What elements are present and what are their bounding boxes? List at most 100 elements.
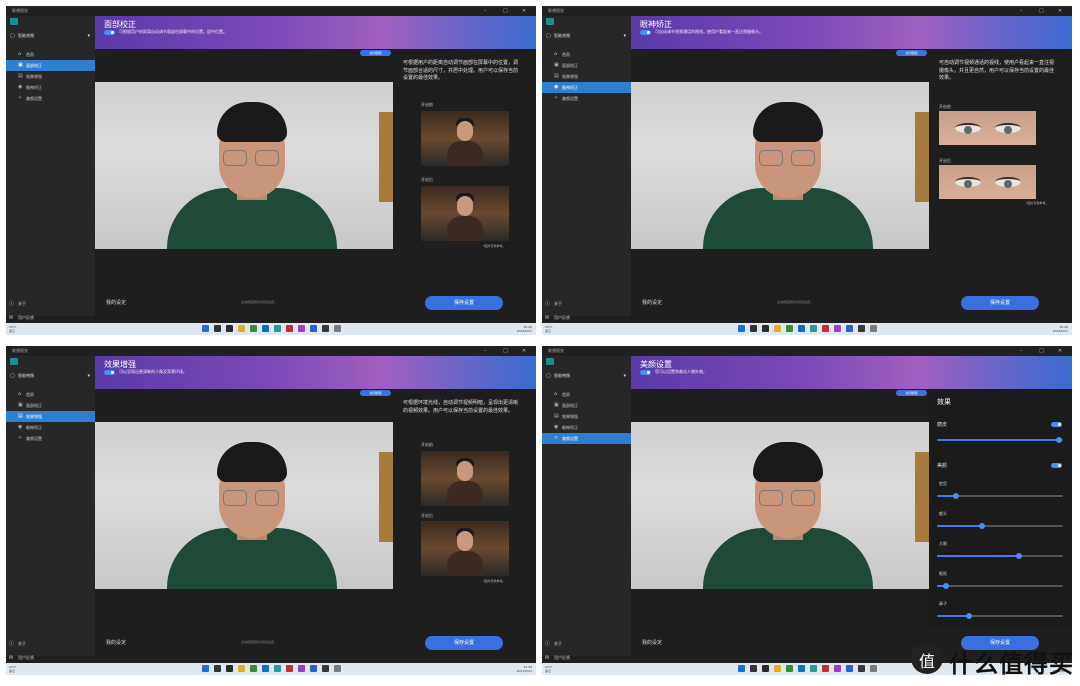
taskbar-app-icon[interactable] [250, 325, 257, 332]
taskbar-app-icon[interactable] [214, 665, 221, 672]
sidebar-item-3[interactable]: ◉ 眼神矫正 [6, 82, 95, 93]
taskbar-app-icon[interactable] [274, 665, 281, 672]
taskbar-app-icon[interactable] [786, 325, 793, 332]
sidebar-section[interactable]: ▢ 智能視頻 ▾ [546, 31, 628, 41]
smooth-slider[interactable] [937, 437, 1063, 443]
minimize-icon[interactable]: – [484, 6, 487, 16]
taskbar-app-icon[interactable] [322, 665, 329, 672]
taskbar-app-icon[interactable] [870, 325, 877, 332]
slider-knob[interactable] [965, 613, 972, 619]
taskbar-app-icon[interactable] [774, 665, 781, 672]
taskbar-app-icon[interactable] [202, 665, 209, 672]
slider-knob[interactable] [1056, 437, 1063, 443]
sidebar-item-2[interactable]: ▤ 效果增强 [542, 71, 631, 82]
beauty-toggle[interactable] [1051, 463, 1062, 468]
taskbar-app-icon[interactable] [858, 665, 865, 672]
taskbar-app-icon[interactable] [738, 325, 745, 332]
clock[interactable]: 15:40 2022/6/21 [517, 665, 532, 673]
taskbar-app-icon[interactable] [298, 665, 305, 672]
close-video-button[interactable]: 关闭视频 [896, 50, 927, 56]
weather-widget[interactable]: 23°C 多云 [9, 325, 16, 333]
taskbar-app-icon[interactable] [250, 665, 257, 672]
beauty-slider[interactable] [937, 493, 1063, 499]
taskbar-app-icon[interactable] [750, 325, 757, 332]
taskbar-app-icon[interactable] [262, 325, 269, 332]
taskbar-app-icon[interactable] [202, 325, 209, 332]
sidebar-section[interactable]: ▢ 智能視頻 ▾ [10, 371, 92, 381]
maximize-icon[interactable]: □ [503, 6, 508, 16]
feedback-item[interactable]: ✉ 用户反馈 [542, 653, 631, 663]
sidebar-item-3[interactable]: ◉ 眼神矫正 [542, 82, 631, 93]
sidebar-section[interactable]: ▢ 智能視頻 ▾ [10, 31, 92, 41]
taskbar-app-icon[interactable] [834, 665, 841, 672]
clock[interactable]: 15:40 2022/6/21 [1053, 325, 1068, 333]
taskbar-app-icon[interactable] [762, 325, 769, 332]
taskbar-app-icon[interactable] [286, 325, 293, 332]
feature-toggle[interactable] [104, 30, 115, 35]
taskbar-app-icon[interactable] [822, 325, 829, 332]
taskbar-app-icon[interactable] [798, 665, 805, 672]
sidebar-item-1[interactable]: ▣ 面部校正 [542, 400, 631, 411]
slider-knob[interactable] [1015, 553, 1022, 559]
feature-toggle[interactable] [104, 370, 115, 375]
about-item[interactable]: ⓘ 关于 [6, 639, 95, 649]
sidebar-item-0[interactable]: ⌂ 首頁 [542, 49, 631, 60]
taskbar-app-icon[interactable] [286, 665, 293, 672]
close-video-button[interactable]: 关闭视频 [360, 390, 391, 396]
sidebar-item-4[interactable]: ✧ 美颜设置 [6, 433, 95, 444]
sidebar-item-1[interactable]: ▣ 面部校正 [6, 60, 95, 71]
taskbar-app-icon[interactable] [738, 665, 745, 672]
sidebar-item-4[interactable]: ✧ 美颜设置 [542, 433, 631, 444]
feature-toggle[interactable] [640, 370, 651, 375]
taskbar-app-icon[interactable] [322, 325, 329, 332]
sidebar-item-2[interactable]: ▤ 效果增强 [542, 411, 631, 422]
sidebar-section[interactable]: ▢ 智能視頻 ▾ [546, 371, 628, 381]
save-button[interactable]: 保存设置 [961, 296, 1039, 310]
beauty-slider[interactable] [937, 583, 1063, 589]
taskbar-app-icon[interactable] [822, 665, 829, 672]
taskbar-app-icon[interactable] [870, 665, 877, 672]
close-video-button[interactable]: 关闭视频 [360, 50, 391, 56]
taskbar-app-icon[interactable] [274, 325, 281, 332]
close-icon[interactable]: ✕ [522, 346, 526, 356]
sidebar-item-0[interactable]: ⌂ 首頁 [6, 389, 95, 400]
taskbar-app-icon[interactable] [762, 665, 769, 672]
taskbar-app-icon[interactable] [226, 665, 233, 672]
sidebar-item-4[interactable]: ✧ 美颜设置 [6, 93, 95, 104]
about-item[interactable]: ⓘ 关于 [542, 639, 631, 649]
taskbar-app-icon[interactable] [798, 325, 805, 332]
taskbar-app-icon[interactable] [846, 665, 853, 672]
weather-widget[interactable]: 23°C 多云 [545, 325, 552, 333]
maximize-icon[interactable]: □ [1039, 346, 1044, 356]
taskbar-app-icon[interactable] [810, 325, 817, 332]
beauty-slider[interactable] [937, 523, 1063, 529]
feedback-item[interactable]: ✉ 用户反馈 [6, 653, 95, 663]
taskbar-app-icon[interactable] [226, 325, 233, 332]
beauty-slider[interactable] [937, 613, 1063, 619]
weather-widget[interactable]: 23°C 多云 [545, 665, 552, 673]
taskbar-app-icon[interactable] [786, 665, 793, 672]
taskbar-app-icon[interactable] [846, 325, 853, 332]
about-item[interactable]: ⓘ 关于 [6, 299, 95, 309]
weather-widget[interactable]: 23°C 多云 [9, 665, 16, 673]
taskbar-app-icon[interactable] [238, 665, 245, 672]
sidebar-item-3[interactable]: ◉ 眼神矫正 [6, 422, 95, 433]
taskbar-app-icon[interactable] [214, 325, 221, 332]
taskbar-app-icon[interactable] [810, 665, 817, 672]
sidebar-item-4[interactable]: ✧ 美颜设置 [542, 93, 631, 104]
sidebar-item-0[interactable]: ⌂ 首頁 [6, 49, 95, 60]
taskbar-app-icon[interactable] [334, 325, 341, 332]
maximize-icon[interactable]: □ [503, 346, 508, 356]
minimize-icon[interactable]: – [484, 346, 487, 356]
close-icon[interactable]: ✕ [1058, 346, 1062, 356]
taskbar-app-icon[interactable] [310, 325, 317, 332]
save-button[interactable]: 保存设置 [425, 636, 503, 650]
slider-knob[interactable] [952, 493, 959, 499]
taskbar-app-icon[interactable] [858, 325, 865, 332]
save-button[interactable]: 保存设置 [425, 296, 503, 310]
minimize-icon[interactable]: – [1020, 6, 1023, 16]
clock[interactable]: 15:40 2022/6/21 [517, 325, 532, 333]
minimize-icon[interactable]: – [1020, 346, 1023, 356]
close-icon[interactable]: ✕ [522, 6, 526, 16]
slider-knob[interactable] [979, 523, 986, 529]
